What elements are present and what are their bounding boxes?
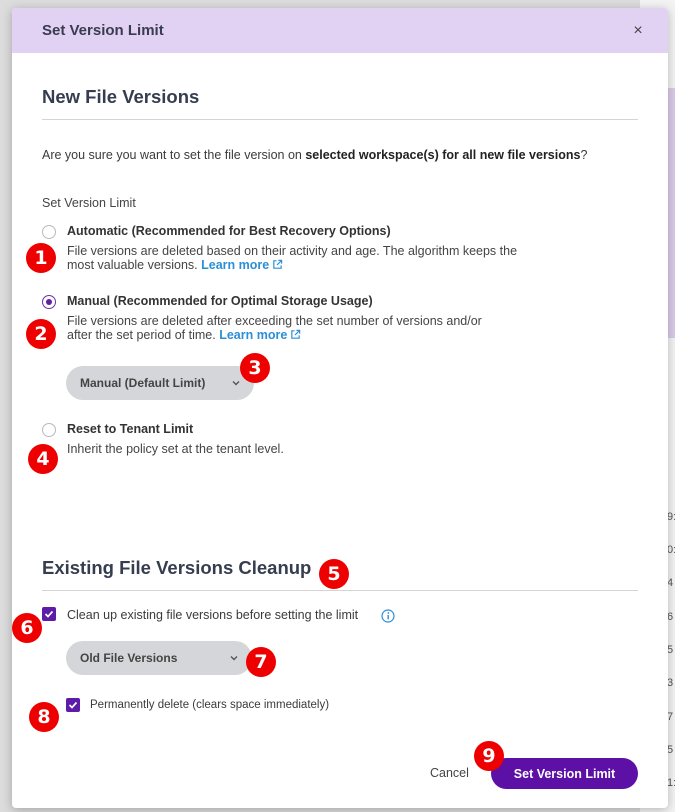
cleanup-title: Existing File Versions Cleanup <box>42 557 312 578</box>
cleanup-type-select[interactable]: Old File Versions <box>66 641 252 675</box>
external-link-icon <box>273 259 283 269</box>
background-text: 0: <box>667 544 675 556</box>
option-automatic[interactable]: Automatic (Recommended for Best Recovery… <box>42 224 527 272</box>
chevron-down-icon <box>230 656 238 661</box>
annotation-marker: 5 <box>319 559 349 589</box>
annotation-marker: 7 <box>246 647 276 677</box>
close-icon[interactable]: × <box>630 22 646 40</box>
annotation-marker: 2 <box>26 319 56 349</box>
section-divider <box>42 590 638 591</box>
permanent-delete-checkbox[interactable] <box>66 698 80 712</box>
new-file-versions-title: New File Versions <box>42 86 200 107</box>
set-version-limit-dialog: Set Version Limit × New File Versions Ar… <box>12 8 668 808</box>
annotation-marker: 6 <box>12 613 42 643</box>
background-text: 9: <box>667 511 675 523</box>
automatic-label: Automatic (Recommended for Best Recovery… <box>67 224 391 238</box>
external-link-icon <box>291 329 301 339</box>
annotation-marker: 3 <box>240 353 270 383</box>
annotation-marker: 9 <box>474 741 504 771</box>
manual-radio[interactable] <box>42 295 56 309</box>
option-reset-tenant[interactable]: Reset to Tenant Limit Inherit the policy… <box>42 422 527 456</box>
set-version-limit-label: Set Version Limit <box>42 196 136 210</box>
manual-description: File versions are deleted after exceedin… <box>67 314 482 342</box>
cleanup-checkbox-label: Clean up existing file versions before s… <box>67 608 359 622</box>
option-manual[interactable]: Manual (Recommended for Optimal Storage … <box>42 294 507 342</box>
cancel-button[interactable]: Cancel <box>430 766 469 780</box>
reset-tenant-radio[interactable] <box>42 423 56 437</box>
automatic-learn-more-link[interactable]: Learn more <box>201 258 283 272</box>
section-divider <box>42 119 638 120</box>
manual-label: Manual (Recommended for Optimal Storage … <box>67 294 373 308</box>
annotation-marker: 1 <box>26 243 56 273</box>
check-icon <box>68 701 78 709</box>
check-icon <box>44 610 54 618</box>
background-text: 1: <box>667 777 675 789</box>
annotation-marker: 4 <box>28 444 58 474</box>
manual-limit-select[interactable]: Manual (Default Limit) <box>66 366 254 400</box>
chevron-down-icon <box>232 381 240 386</box>
permanent-delete-label: Permanently delete (clears space immedia… <box>90 699 330 711</box>
reset-tenant-label: Reset to Tenant Limit <box>67 422 194 436</box>
automatic-radio[interactable] <box>42 225 56 239</box>
reset-tenant-description: Inherit the policy set at the tenant lev… <box>67 442 284 456</box>
set-version-limit-button[interactable]: Set Version Limit <box>491 758 638 789</box>
confirm-message: Are you sure you want to set the file ve… <box>42 148 588 162</box>
annotation-marker: 8 <box>29 702 59 732</box>
info-icon[interactable] <box>381 609 395 623</box>
cleanup-checkbox[interactable] <box>42 607 56 621</box>
dialog-header: Set Version Limit × <box>12 8 668 53</box>
automatic-description: File versions are deleted based on their… <box>67 244 518 272</box>
manual-learn-more-link[interactable]: Learn more <box>219 328 301 342</box>
dialog-title: Set Version Limit <box>42 22 164 39</box>
